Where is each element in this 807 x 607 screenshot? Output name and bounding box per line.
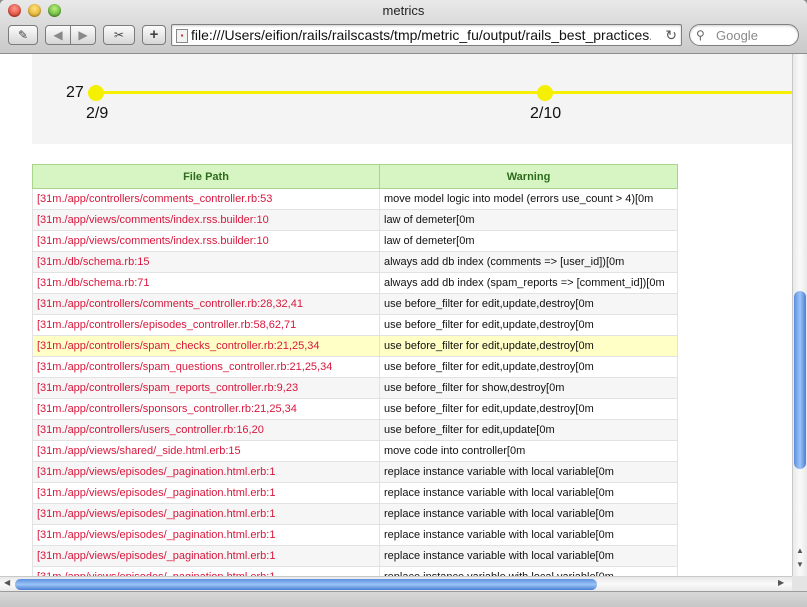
window-title: metrics (382, 3, 425, 18)
file-path-cell: [31m./app/controllers/comments_controlle… (32, 188, 380, 210)
table-row: [31m./app/views/episodes/_pagination.htm… (32, 482, 678, 504)
table-row: [31m./app/views/episodes/_pagination.htm… (32, 461, 678, 483)
evernote-button[interactable]: ✎ (8, 25, 38, 45)
file-path-cell: [31m./app/views/shared/_side.html.erb:15 (32, 440, 380, 462)
status-bar (0, 591, 807, 607)
scroll-right-icon[interactable]: ▶ (778, 578, 784, 587)
table-row: [31m./app/controllers/spam_reports_contr… (32, 377, 678, 399)
search-icon: ⚲ (696, 28, 705, 42)
warning-cell: replace instance variable with local var… (379, 566, 678, 576)
warning-cell: use before_filter for edit,update[0m (379, 419, 678, 441)
search-field[interactable]: ⚲ Google (689, 24, 799, 46)
warnings-table: File Path Warning [31m./app/controllers/… (32, 164, 678, 576)
page-content: 27 2/9 2/10 File Path Warning [31m./app/… (0, 54, 792, 576)
table-row: [31m./db/schema.rb:71 always add db index… (32, 272, 678, 294)
file-path-cell: [31m./app/controllers/episodes_controlle… (32, 314, 380, 336)
snip-button[interactable]: ✂ (103, 25, 135, 45)
back-button[interactable]: ◀ (45, 25, 71, 45)
table-row: [31m./app/views/episodes/_pagination.htm… (32, 566, 678, 576)
table-row: [31m./app/controllers/spam_questions_con… (32, 356, 678, 378)
table-row: [31m./app/views/episodes/_pagination.htm… (32, 524, 678, 546)
warning-cell: replace instance variable with local var… (379, 524, 678, 546)
file-path-cell: [31m./app/views/comments/index.rss.build… (32, 230, 380, 252)
warning-cell: replace instance variable with local var… (379, 503, 678, 525)
file-path-cell: [31m./app/views/episodes/_pagination.htm… (32, 461, 380, 483)
table-row: [31m./app/views/episodes/_pagination.htm… (32, 545, 678, 567)
file-path-cell: [31m./app/views/episodes/_pagination.htm… (32, 482, 380, 504)
file-path-cell: [31m./db/schema.rb:15 (32, 251, 380, 273)
file-path-cell: [31m./app/views/episodes/_pagination.htm… (32, 503, 380, 525)
warning-cell: use before_filter for edit,update,destro… (379, 335, 678, 357)
file-path-cell: [31m./app/views/episodes/_pagination.htm… (32, 545, 380, 567)
forward-button[interactable]: ▶ (70, 25, 96, 45)
warning-cell: use before_filter for edit,update,destro… (379, 356, 678, 378)
file-path-cell: [31m./app/views/comments/index.rss.build… (32, 209, 380, 231)
graph-point (537, 85, 553, 101)
table-row: [31m./app/controllers/episodes_controlle… (32, 314, 678, 336)
address-text[interactable]: file:///Users/eifion/rails/railscasts/tm… (191, 27, 651, 43)
warning-cell: move code into controller[0m (379, 440, 678, 462)
warning-cell: always add db index (spam_reports => [co… (379, 272, 678, 294)
warning-cell: use before_filter for edit,update,destro… (379, 293, 678, 315)
warning-cell: replace instance variable with local var… (379, 482, 678, 504)
table-row: [31m./app/controllers/users_controller.r… (32, 419, 678, 441)
warning-cell: use before_filter for edit,update,destro… (379, 314, 678, 336)
table-row: [31m./app/controllers/spam_checks_contro… (32, 335, 678, 357)
table-row: [31m./app/controllers/comments_controlle… (32, 293, 678, 315)
reload-icon[interactable]: ↻ (665, 27, 677, 44)
table-header-row: File Path Warning (32, 164, 678, 189)
horizontal-scroll-thumb[interactable] (15, 579, 597, 590)
add-bookmark-button[interactable]: + (142, 25, 166, 45)
table-row: [31m./app/controllers/comments_controlle… (32, 188, 678, 210)
browser-toolbar: metrics ✎ ◀ ▶ ✂ + ▪ file:///Users/eifion… (0, 0, 807, 54)
table-row: [31m./app/controllers/sponsors_controlle… (32, 398, 678, 420)
warning-cell: always add db index (comments => [user_i… (379, 251, 678, 273)
scroll-up-icon[interactable]: ▲ (793, 546, 807, 555)
graph-point (88, 85, 104, 101)
warning-cell: replace instance variable with local var… (379, 461, 678, 483)
file-path-cell: [31m./app/controllers/sponsors_controlle… (32, 398, 380, 420)
table-row: [31m./db/schema.rb:15 always add db index… (32, 251, 678, 273)
vertical-scrollbar[interactable]: ▲ ▼ (792, 54, 807, 576)
browser-window: metrics ✎ ◀ ▶ ✂ + ▪ file:///Users/eifion… (0, 0, 807, 607)
graph-value-label: 27 (66, 84, 84, 101)
warning-cell: move model logic into model (errors use_… (379, 188, 678, 210)
file-path-cell: [31m./app/controllers/spam_reports_contr… (32, 377, 380, 399)
table-row: [31m./app/views/shared/_side.html.erb:15… (32, 440, 678, 462)
warning-cell: law of demeter[0m (379, 230, 678, 252)
file-path-cell: [31m./app/controllers/users_controller.r… (32, 419, 380, 441)
scroll-down-icon[interactable]: ▼ (793, 560, 807, 569)
metrics-graph: 27 2/9 2/10 (32, 54, 792, 144)
graph-x-label: 2/10 (530, 105, 562, 122)
file-path-cell: [31m./app/views/episodes/_pagination.htm… (32, 524, 380, 546)
scroll-left-icon[interactable]: ◀ (4, 578, 10, 587)
table-row: [31m./app/views/comments/index.rss.build… (32, 230, 678, 252)
graph-x-label: 2/9 (86, 105, 109, 122)
file-path-cell: [31m./app/controllers/comments_controlle… (32, 293, 380, 315)
warning-cell: use before_filter for edit,update,destro… (379, 398, 678, 420)
file-path-cell: [31m./app/controllers/spam_questions_con… (32, 356, 380, 378)
table-body: [31m./app/controllers/comments_controlle… (32, 188, 678, 576)
header-warning[interactable]: Warning (379, 164, 678, 189)
table-row: [31m./app/views/comments/index.rss.build… (32, 209, 678, 231)
file-path-cell: [31m./app/views/episodes/_pagination.htm… (32, 566, 380, 576)
graph-line (96, 91, 792, 94)
warning-cell: use before_filter for show,destroy[0m (379, 377, 678, 399)
warning-cell: replace instance variable with local var… (379, 545, 678, 567)
vertical-scroll-thumb[interactable] (794, 291, 806, 469)
horizontal-scrollbar[interactable]: ◀ ▶ (0, 576, 807, 591)
header-file-path[interactable]: File Path (32, 164, 380, 189)
scroll-corner (792, 576, 807, 591)
file-path-cell: [31m./app/controllers/spam_checks_contro… (32, 335, 380, 357)
address-bar[interactable]: ▪ file:///Users/eifion/rails/railscasts/… (171, 24, 682, 46)
file-icon: ▪ (176, 29, 188, 43)
search-placeholder: Google (716, 28, 758, 43)
file-path-cell: [31m./db/schema.rb:71 (32, 272, 380, 294)
warning-cell: law of demeter[0m (379, 209, 678, 231)
table-row: [31m./app/views/episodes/_pagination.htm… (32, 503, 678, 525)
